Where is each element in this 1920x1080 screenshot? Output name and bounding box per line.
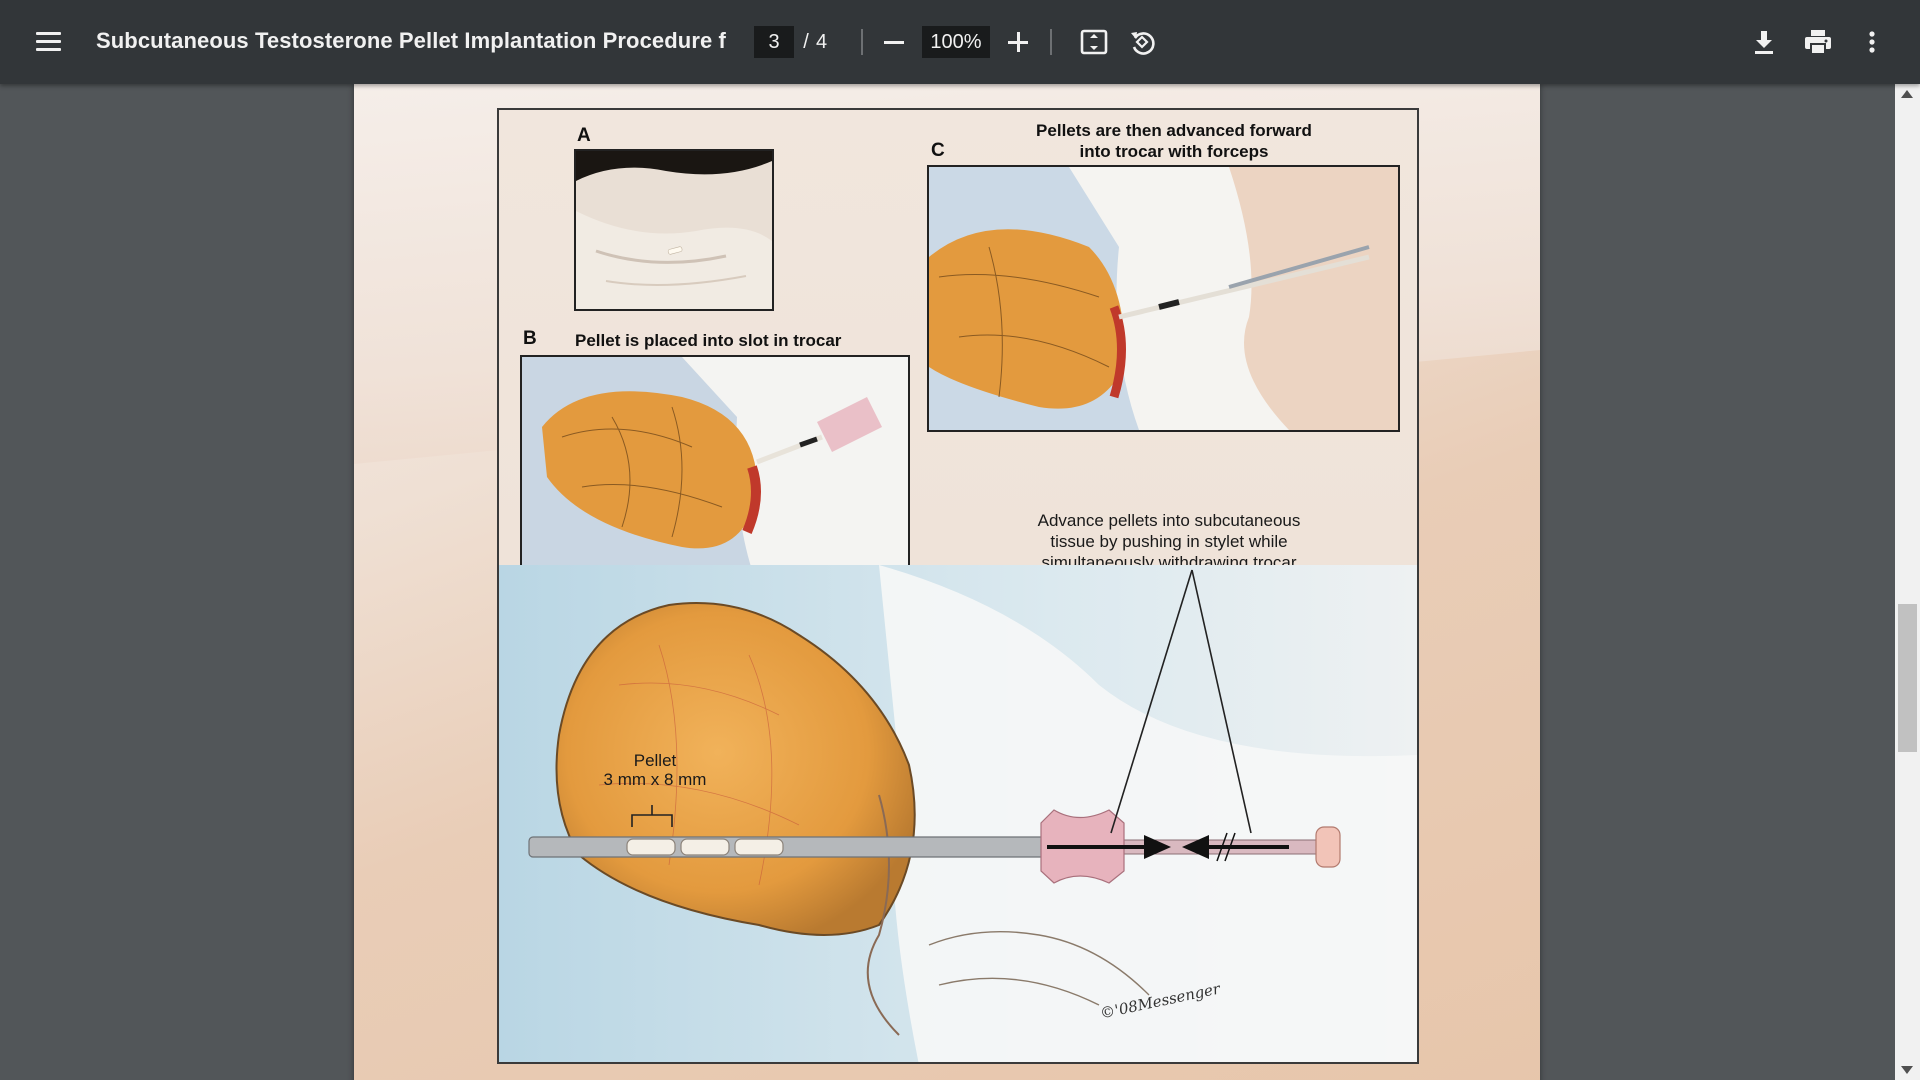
toolbar-divider (861, 29, 863, 55)
rotate-button[interactable] (1120, 20, 1164, 64)
vertical-scrollbar[interactable] (1895, 84, 1920, 1080)
photo-a-pellet-in-hand (574, 149, 774, 311)
scroll-down-arrow[interactable] (1901, 1066, 1913, 1074)
print-button[interactable] (1796, 20, 1840, 64)
print-icon (1805, 30, 1831, 55)
more-actions-button[interactable] (1850, 20, 1894, 64)
zoom-out-button[interactable] (874, 22, 914, 62)
fit-page-button[interactable] (1072, 20, 1116, 64)
document-viewer[interactable]: A B Pellet is placed into slot in trocar (0, 84, 1895, 1080)
caption-c: Pellets are then advanced forward into t… (994, 120, 1354, 162)
caption-b: Pellet is placed into slot in trocar (575, 331, 842, 350)
download-button[interactable] (1742, 20, 1786, 64)
toolbar-divider (1050, 29, 1052, 55)
pdf-page: A B Pellet is placed into slot in trocar (354, 84, 1540, 1080)
pellet-label-line2: 3 mm x 8 mm (603, 770, 707, 789)
implantation-illustration (499, 565, 1417, 1062)
page-separator: / (803, 31, 809, 53)
procedure-figure: A B Pellet is placed into slot in trocar (497, 108, 1419, 1064)
pellet-label-line1: Pellet (633, 751, 677, 770)
zoom-in-button[interactable] (998, 22, 1038, 62)
download-icon (1755, 31, 1773, 54)
menu-button[interactable] (26, 22, 70, 62)
photo-b-pellet-into-trocar (520, 355, 910, 572)
page-number-input[interactable] (754, 26, 794, 58)
caption-c-line2: into trocar with forceps (1079, 142, 1269, 161)
pdf-toolbar: Subcutaneous Testosterone Pellet Implant… (0, 0, 1920, 84)
advance-pellets-note: Advance pellets into subcutaneous tissue… (1019, 510, 1319, 573)
note-line1: Advance pellets into subcutaneous (1037, 511, 1301, 530)
fit-page-icon (1080, 29, 1108, 55)
document-title: Subcutaneous Testosterone Pellet Implant… (96, 28, 726, 53)
photo-c-forceps-advancing-pellets (927, 165, 1400, 432)
figure-label-a: A (577, 125, 591, 146)
scroll-up-arrow[interactable] (1901, 90, 1913, 98)
menu-icon (36, 32, 61, 35)
scroll-thumb[interactable] (1898, 604, 1917, 752)
figure-label-b: B (523, 328, 537, 349)
note-line2: tissue by pushing in stylet while (1050, 532, 1288, 551)
figure-label-c: C (931, 140, 945, 161)
rotate-icon (1131, 32, 1155, 55)
more-vertical-icon (1869, 31, 1875, 53)
pellet-size-label: Pellet 3 mm x 8 mm (595, 751, 715, 789)
zoom-input[interactable] (922, 26, 990, 58)
caption-c-line1: Pellets are then advanced forward (1036, 121, 1312, 140)
page-total: 4 (816, 31, 828, 53)
